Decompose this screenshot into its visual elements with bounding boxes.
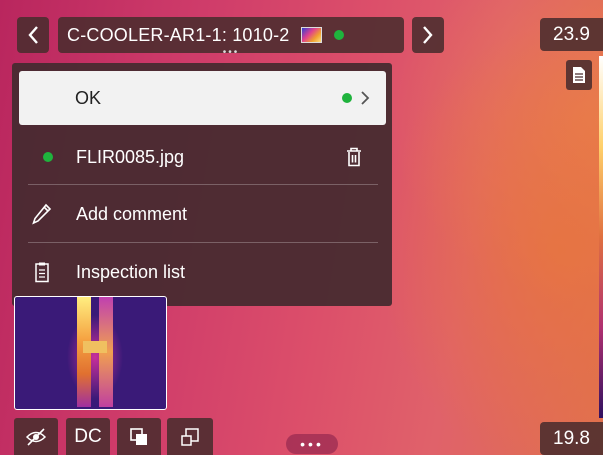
trash-icon[interactable] bbox=[346, 147, 362, 167]
chevron-right-icon bbox=[423, 26, 433, 44]
add-comment-item[interactable]: Add comment bbox=[12, 186, 392, 242]
inspection-list-label: Inspection list bbox=[76, 261, 186, 282]
file-item[interactable]: FLIR0085.jpg bbox=[12, 129, 392, 185]
status-ok-label: OK bbox=[75, 87, 102, 108]
dc-button[interactable]: DC bbox=[66, 418, 110, 455]
image-title-bar[interactable]: C-COOLER-AR1-1: 1010-2 ••• bbox=[58, 17, 404, 58]
inspection-list-item[interactable]: Inspection list bbox=[12, 244, 392, 300]
color-scale-bar bbox=[599, 56, 603, 418]
overlay-button[interactable] bbox=[117, 418, 161, 455]
document-icon bbox=[573, 67, 585, 83]
clipboard-icon bbox=[35, 262, 49, 283]
eye-off-icon bbox=[25, 427, 47, 446]
resize-button[interactable] bbox=[167, 418, 213, 455]
pencil-icon bbox=[32, 203, 52, 225]
drag-handle[interactable]: ••• bbox=[223, 48, 240, 58]
file-name: FLIR0085.jpg bbox=[76, 146, 185, 167]
thermal-image-icon bbox=[301, 27, 323, 43]
scale-max-temperature[interactable]: 23.9 bbox=[540, 18, 603, 51]
scale-min-temperature[interactable]: 19.8 bbox=[540, 422, 603, 455]
file-status-indicator bbox=[43, 152, 53, 162]
chevron-right-icon bbox=[361, 91, 370, 105]
menu-divider bbox=[28, 242, 378, 243]
status-indicator bbox=[334, 30, 345, 40]
image-context-menu: OK FLIR0085.jpg Add comment Inspection l… bbox=[12, 63, 392, 306]
thumbnail-hot-spot bbox=[83, 341, 107, 353]
overlay-icon bbox=[130, 427, 147, 445]
add-comment-label: Add comment bbox=[76, 203, 188, 224]
menu-divider bbox=[28, 184, 378, 185]
more-options-button[interactable]: ••• bbox=[286, 434, 338, 454]
previous-button[interactable] bbox=[17, 17, 49, 53]
image-title: C-COOLER-AR1-1: 1010-2 bbox=[67, 24, 290, 45]
next-button[interactable] bbox=[412, 17, 444, 53]
chevron-left-icon bbox=[28, 26, 38, 44]
resize-icon bbox=[181, 427, 199, 446]
status-ok-item[interactable]: OK bbox=[19, 71, 386, 125]
status-ok-indicator bbox=[342, 93, 352, 103]
notes-button[interactable] bbox=[566, 60, 592, 90]
image-thumbnail[interactable] bbox=[14, 296, 167, 410]
hide-overlay-button[interactable] bbox=[14, 418, 58, 455]
